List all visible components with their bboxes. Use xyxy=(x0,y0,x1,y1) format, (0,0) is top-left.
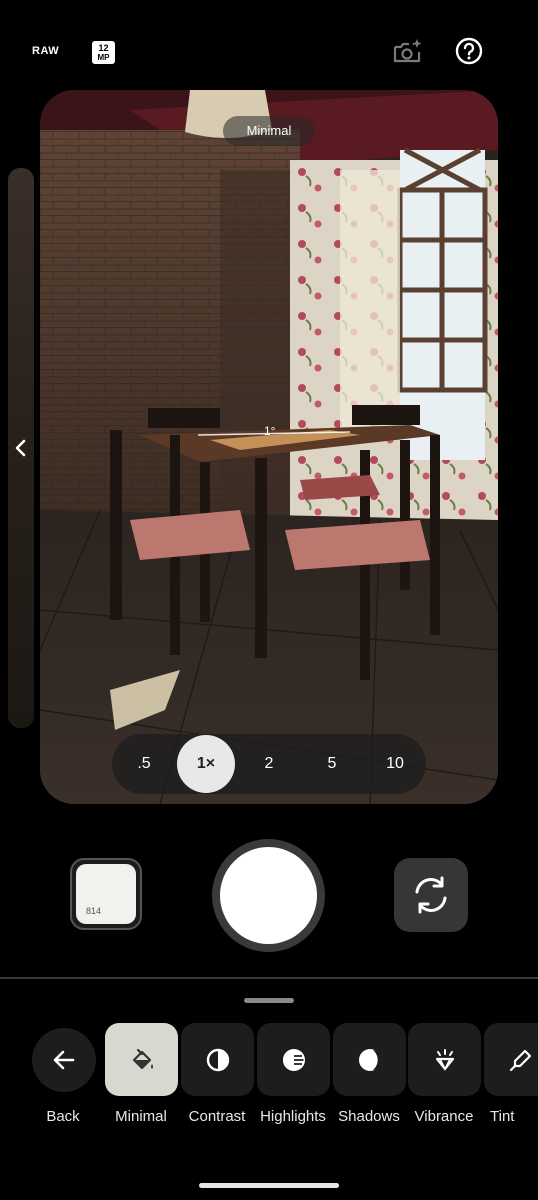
tool-back[interactable] xyxy=(28,1023,101,1092)
tool-minimal[interactable] xyxy=(105,1023,178,1096)
zoom-1x[interactable]: 1× xyxy=(177,735,235,793)
gallery-thumbnail[interactable]: 814 xyxy=(70,858,142,930)
paint-bucket-icon xyxy=(132,1048,153,1069)
panel-divider xyxy=(0,977,538,979)
tool-vibrance[interactable] xyxy=(408,1023,481,1096)
camera-sparkle-icon[interactable] xyxy=(392,38,422,66)
tool-shadows[interactable] xyxy=(333,1023,406,1096)
thumbnail-image xyxy=(76,864,136,924)
tool-tint-label: Tint xyxy=(490,1108,515,1125)
shadows-icon xyxy=(358,1048,383,1071)
level-indicator: 1° xyxy=(264,424,276,438)
viewfinder-scene xyxy=(40,90,498,804)
raw-toggle[interactable]: RAW xyxy=(32,45,59,57)
zoom-10x[interactable]: 10 xyxy=(373,734,417,794)
zoom-2x[interactable]: 2 xyxy=(247,734,291,794)
tool-highlights[interactable] xyxy=(257,1023,330,1096)
zoom-selector: .5 1× 2 5 10 xyxy=(112,734,426,794)
vibrance-icon xyxy=(435,1048,454,1071)
eyedropper-icon xyxy=(509,1049,531,1071)
zoom-0-5[interactable]: .5 xyxy=(122,734,166,794)
highlights-icon xyxy=(282,1048,305,1071)
gesture-nav-bar[interactable] xyxy=(199,1183,339,1188)
mode-label: Minimal xyxy=(223,116,315,146)
help-icon[interactable] xyxy=(455,37,483,65)
chevron-left-icon[interactable] xyxy=(12,437,30,459)
tool-tint[interactable] xyxy=(484,1023,538,1096)
thumbnail-count: 814 xyxy=(86,906,102,916)
shutter-button[interactable] xyxy=(220,847,317,944)
contrast-icon xyxy=(206,1048,229,1071)
megapixel-toggle[interactable]: 12 MP xyxy=(92,41,115,64)
drag-handle[interactable] xyxy=(244,998,294,1003)
arrow-left-icon xyxy=(53,1050,75,1070)
megapixel-value: 12 xyxy=(98,42,109,53)
camera-viewfinder[interactable]: 1° xyxy=(40,90,498,804)
tool-back-label: Back xyxy=(46,1108,80,1125)
megapixel-unit: MP xyxy=(97,52,110,62)
tool-vibrance-label: Vibrance xyxy=(414,1108,474,1125)
zoom-5x[interactable]: 5 xyxy=(310,734,354,794)
tool-contrast[interactable] xyxy=(181,1023,254,1096)
flip-camera-icon xyxy=(415,876,447,914)
flip-camera-button[interactable] xyxy=(394,858,468,932)
